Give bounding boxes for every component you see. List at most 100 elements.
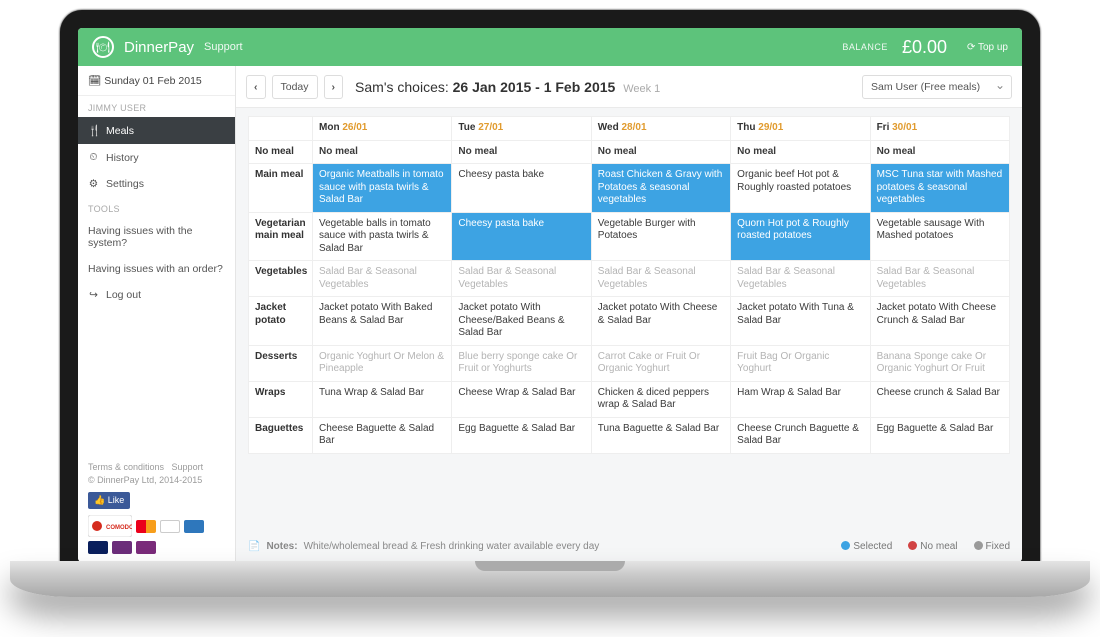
- sidebar-item-label: Settings: [106, 178, 144, 190]
- meal-cell[interactable]: MSC Tuna star with Mashed potatoes & sea…: [870, 164, 1009, 213]
- meal-cell[interactable]: No meal: [313, 140, 452, 164]
- balance-amount: £0.00: [902, 37, 947, 58]
- row-label: Wraps: [249, 381, 313, 417]
- title-prefix: Sam's choices:: [355, 79, 449, 95]
- amex-icon: [184, 520, 204, 533]
- child-select[interactable]: Sam User (Free meals): [862, 75, 1012, 99]
- prev-week-button[interactable]: ‹: [246, 75, 266, 99]
- meal-cell[interactable]: No meal: [452, 140, 591, 164]
- meals-table: Mon 26/01Tue 27/01Wed 28/01Thu 29/01Fri …: [248, 116, 1010, 454]
- sidebar-tool-item[interactable]: Having issues with the system?: [78, 218, 235, 256]
- meal-cell[interactable]: Roast Chicken & Gravy with Potatoes & se…: [591, 164, 730, 213]
- copyright: © DinnerPay Ltd, 2014-2015: [88, 475, 202, 485]
- logout-button[interactable]: ↪ Log out: [78, 282, 235, 308]
- toolbar: ‹ Today › Sam's choices: 26 Jan 2015 - 1…: [236, 66, 1022, 108]
- day-header: Tue 27/01: [452, 117, 591, 141]
- sidebar-item-icon: 🍴: [88, 124, 99, 137]
- meal-cell[interactable]: No meal: [870, 140, 1009, 164]
- brand-name: DinnerPay: [124, 39, 194, 56]
- meal-cell[interactable]: Fruit Bag Or Organic Yoghurt: [731, 345, 870, 381]
- topup-button[interactable]: ⟳ Top up: [967, 42, 1008, 53]
- row-label: Vegetables: [249, 261, 313, 297]
- sidebar-tool-item[interactable]: Having issues with an order?: [78, 256, 235, 282]
- top-bar: 🍽 DinnerPay Support BALANCE £0.00 ⟳ Top …: [78, 28, 1022, 66]
- meal-cell[interactable]: Vegetable sausage With Mashed potatoes: [870, 212, 1009, 261]
- meal-cell[interactable]: Egg Baguette & Salad Bar: [870, 417, 1009, 453]
- terms-link[interactable]: Terms & conditions: [88, 462, 164, 472]
- meal-cell[interactable]: Chicken & diced peppers wrap & Salad Bar: [591, 381, 730, 417]
- row-label: Main meal: [249, 164, 313, 213]
- mastercard-icon: [136, 520, 156, 533]
- meal-cell[interactable]: Jacket potato With Cheese Crunch & Salad…: [870, 297, 1009, 346]
- meal-cell[interactable]: Ham Wrap & Salad Bar: [731, 381, 870, 417]
- meal-cell[interactable]: Jacket potato With Cheese & Salad Bar: [591, 297, 730, 346]
- meal-cell[interactable]: Jacket potato With Baked Beans & Salad B…: [313, 297, 452, 346]
- meal-cell[interactable]: Salad Bar & Seasonal Vegetables: [452, 261, 591, 297]
- meal-cell[interactable]: Salad Bar & Seasonal Vegetables: [870, 261, 1009, 297]
- legend-nomeal: No meal: [908, 541, 957, 552]
- day-header: Mon 26/01: [313, 117, 452, 141]
- meal-cell[interactable]: Cheese Wrap & Salad Bar: [452, 381, 591, 417]
- table-row: BaguettesCheese Baguette & Salad BarEgg …: [249, 417, 1010, 453]
- current-date: 🗓 Sunday 01 Feb 2015: [78, 66, 235, 96]
- meal-cell[interactable]: Jacket potato With Cheese/Baked Beans & …: [452, 297, 591, 346]
- notes-label: Notes:: [266, 541, 297, 552]
- meal-cell[interactable]: Carrot Cake or Fruit Or Organic Yoghurt: [591, 345, 730, 381]
- table-row: VegetablesSalad Bar & Seasonal Vegetable…: [249, 261, 1010, 297]
- logout-label: Log out: [106, 289, 141, 301]
- day-header: Fri 30/01: [870, 117, 1009, 141]
- sidebar-item-meals[interactable]: 🍴Meals: [78, 117, 235, 144]
- meal-cell[interactable]: Quorn Hot pot & Roughly roasted potatoes: [731, 212, 870, 261]
- switch-icon: [136, 541, 156, 554]
- today-button[interactable]: Today: [272, 75, 318, 99]
- notes-footer: 📄 Notes: White/wholemeal bread & Fresh d…: [236, 534, 1022, 562]
- meal-cell[interactable]: Cheese crunch & Salad Bar: [870, 381, 1009, 417]
- notes-icon: 📄: [248, 541, 260, 552]
- meal-cell[interactable]: Organic beef Hot pot & Roughly roasted p…: [731, 164, 870, 213]
- sidebar-tool-label: Having issues with an order?: [88, 263, 223, 275]
- sidebar-item-settings[interactable]: ⚙ Settings: [78, 171, 235, 197]
- meal-cell[interactable]: Tuna Baguette & Salad Bar: [591, 417, 730, 453]
- meal-cell[interactable]: Tuna Wrap & Salad Bar: [313, 381, 452, 417]
- row-label: Baguettes: [249, 417, 313, 453]
- sidebar-tool-label: Having issues with the system?: [88, 225, 225, 249]
- meal-cell[interactable]: Cheesy pasta bake: [452, 212, 591, 261]
- meal-cell[interactable]: Vegetable Burger with Potatoes: [591, 212, 730, 261]
- meal-cell[interactable]: Cheese Crunch Baguette & Salad Bar: [731, 417, 870, 453]
- meal-cell[interactable]: Vegetable balls in tomato sauce with pas…: [313, 212, 452, 261]
- meal-cell[interactable]: Organic Meatballs in tomato sauce with p…: [313, 164, 452, 213]
- sidebar-item-icon: ⏲: [88, 151, 99, 164]
- like-button[interactable]: 👍 Like: [88, 492, 130, 510]
- table-row: WrapsTuna Wrap & Salad BarCheese Wrap & …: [249, 381, 1010, 417]
- page-title: Sam's choices: 26 Jan 2015 - 1 Feb 2015 …: [355, 79, 660, 95]
- title-week: Week 1: [623, 83, 660, 95]
- meal-cell[interactable]: Salad Bar & Seasonal Vegetables: [591, 261, 730, 297]
- meal-cell[interactable]: Jacket potato With Tuna & Salad Bar: [731, 297, 870, 346]
- row-label: No meal: [249, 140, 313, 164]
- balance-label: BALANCE: [842, 42, 888, 52]
- calendar-icon: 🗓: [88, 75, 104, 87]
- meal-cell[interactable]: Salad Bar & Seasonal Vegetables: [313, 261, 452, 297]
- meal-cell[interactable]: Cheesy pasta bake: [452, 164, 591, 213]
- next-week-button[interactable]: ›: [324, 75, 344, 99]
- table-row: Jacket potatoJacket potato With Baked Be…: [249, 297, 1010, 346]
- comodo-badge-icon: COMODO: [88, 515, 132, 537]
- sidebar-item-icon: ⚙: [88, 178, 99, 190]
- support-link[interactable]: Support: [204, 41, 243, 53]
- meal-cell[interactable]: Blue berry sponge cake Or Fruit or Yoghu…: [452, 345, 591, 381]
- meal-cell[interactable]: Cheese Baguette & Salad Bar: [313, 417, 452, 453]
- meal-cell[interactable]: Banana Sponge cake Or Organic Yoghurt Or…: [870, 345, 1009, 381]
- legend-fixed: Fixed: [974, 541, 1010, 552]
- sidebar-footer: Terms & conditions Support © DinnerPay L…: [78, 453, 235, 563]
- solo-icon: [112, 541, 132, 554]
- meal-cell[interactable]: No meal: [591, 140, 730, 164]
- day-header: Thu 29/01: [731, 117, 870, 141]
- footer-support-link[interactable]: Support: [172, 462, 204, 472]
- sidebar-item-history[interactable]: ⏲History: [78, 144, 235, 171]
- date-text: Sunday 01 Feb 2015: [104, 75, 202, 87]
- meal-cell[interactable]: Organic Yoghurt Or Melon & Pineapple: [313, 345, 452, 381]
- main-panel: ‹ Today › Sam's choices: 26 Jan 2015 - 1…: [236, 66, 1022, 562]
- meal-cell[interactable]: Salad Bar & Seasonal Vegetables: [731, 261, 870, 297]
- meal-cell[interactable]: Egg Baguette & Salad Bar: [452, 417, 591, 453]
- meal-cell[interactable]: No meal: [731, 140, 870, 164]
